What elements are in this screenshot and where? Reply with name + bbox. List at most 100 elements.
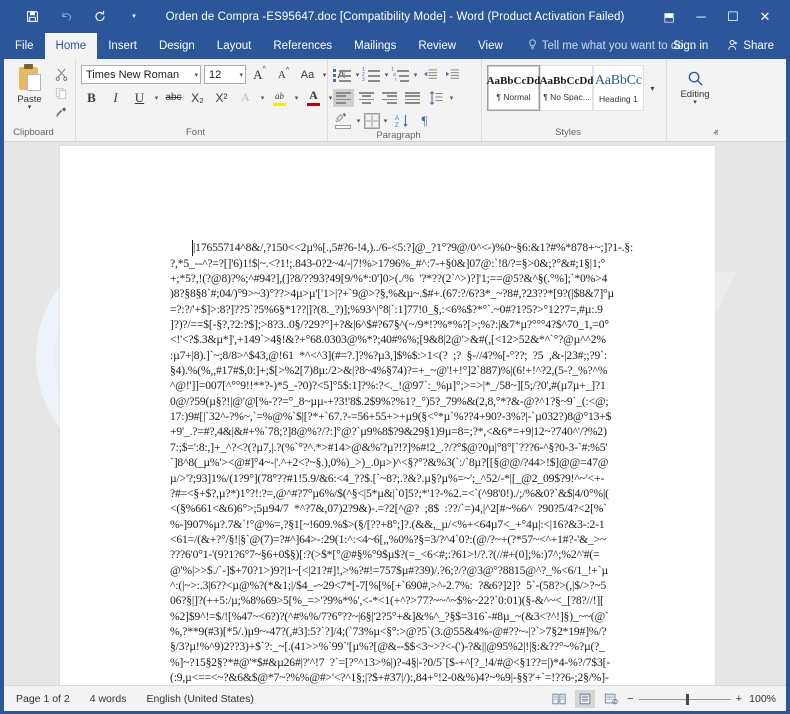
- subscript-button[interactable]: X₂: [187, 88, 208, 107]
- word-count-status[interactable]: 4 words: [90, 693, 127, 705]
- copy-icon[interactable]: [52, 85, 70, 101]
- zoom-in-button[interactable]: +: [736, 693, 742, 705]
- close-button[interactable]: ✕: [750, 3, 780, 31]
- increase-indent-icon[interactable]: [442, 65, 463, 84]
- borders-icon[interactable]: [364, 112, 380, 129]
- tab-home[interactable]: Home: [44, 33, 98, 59]
- document-area[interactable]: |17655714^8&/,?150<<2µ%[.,5#?6-!4,)../6-…: [4, 142, 786, 685]
- tab-insert[interactable]: Insert: [97, 33, 148, 59]
- language-status[interactable]: English (United States): [146, 693, 253, 705]
- sort-icon[interactable]: AZ: [391, 111, 412, 130]
- redo-icon[interactable]: [90, 7, 110, 27]
- text-effects-caret-icon[interactable]: ▾: [259, 94, 266, 102]
- clipboard-group-label: Clipboard: [13, 127, 54, 138]
- share-person-icon: [727, 39, 739, 54]
- sign-in-button[interactable]: Sign in: [663, 33, 718, 59]
- highlight-caret-icon[interactable]: ▾: [293, 94, 300, 102]
- ribbon-group-editing: Editing ▾ ⱏ: [667, 59, 723, 141]
- document-body-text[interactable]: |17655714^8&/,?150<<2µ%[.,5#?6-!4,)../6-…: [170, 225, 693, 685]
- ribbon-display-options-icon[interactable]: ⬒: [654, 3, 684, 31]
- show-formatting-marks-icon[interactable]: ¶: [414, 111, 435, 130]
- print-layout-icon[interactable]: [575, 690, 596, 708]
- strikethrough-button[interactable]: abc: [163, 88, 184, 107]
- bold-button[interactable]: B: [81, 88, 102, 107]
- zoom-thumb[interactable]: [685, 693, 689, 705]
- maximize-button[interactable]: ☐: [718, 3, 748, 31]
- style-normal[interactable]: AaBbCcDd ¶ Normal: [487, 65, 540, 111]
- shading-icon[interactable]: [333, 112, 353, 130]
- superscript-button[interactable]: X²: [211, 88, 232, 107]
- style-heading-1[interactable]: AaBbCс Heading 1: [593, 65, 644, 111]
- justify-icon[interactable]: [402, 89, 423, 107]
- font-group-label: Font: [185, 127, 205, 138]
- shading-caret-icon[interactable]: ▾: [355, 117, 362, 125]
- align-center-icon[interactable]: [356, 89, 377, 107]
- customize-qat-icon[interactable]: ▾: [124, 7, 144, 27]
- find-search-icon[interactable]: [684, 67, 706, 89]
- align-right-icon[interactable]: [379, 89, 400, 107]
- ribbon: Paste ▾ Clipboard Times New Roman ▾ 12 ▾…: [4, 59, 786, 142]
- web-layout-icon[interactable]: [601, 690, 621, 708]
- multilevel-caret-icon[interactable]: ▾: [412, 71, 419, 79]
- format-painter-icon[interactable]: [52, 104, 70, 120]
- line-spacing-icon[interactable]: [425, 88, 446, 107]
- zoom-level-label[interactable]: 100%: [748, 693, 776, 705]
- tab-mailings[interactable]: Mailings: [343, 33, 407, 59]
- styles-group-label: Styles: [555, 127, 581, 138]
- multilevel-list-icon[interactable]: 1 a i: [391, 66, 411, 83]
- shrink-font-icon[interactable]: A ^: [273, 65, 294, 84]
- collapse-ribbon-icon[interactable]: ⱏ: [714, 128, 718, 139]
- tab-references[interactable]: References: [262, 33, 343, 59]
- text-effects-icon[interactable]: A: [235, 88, 256, 107]
- decrease-indent-icon[interactable]: [420, 65, 441, 84]
- title-bar: ▾ Orden de Compra -ES95647.doc [Compatib…: [4, 0, 786, 33]
- change-case-icon[interactable]: Aa: [297, 65, 318, 84]
- bullets-caret-icon[interactable]: ▾: [354, 71, 361, 79]
- paste-button[interactable]: Paste ▾: [9, 64, 50, 111]
- borders-caret-icon[interactable]: ▾: [382, 117, 389, 125]
- tab-layout[interactable]: Layout: [206, 33, 263, 59]
- paste-icon: [16, 64, 44, 94]
- ribbon-tabs: File Home Insert Design Layout Reference…: [4, 33, 786, 59]
- paste-caret-icon[interactable]: ▾: [28, 104, 32, 111]
- read-mode-icon[interactable]: [549, 690, 569, 708]
- bullets-icon[interactable]: [333, 66, 353, 83]
- page-number-status[interactable]: Page 1 of 2: [16, 693, 70, 705]
- document-page[interactable]: |17655714^8&/,?150<<2µ%[.,5#?6-!4,)../6-…: [60, 146, 715, 685]
- chevron-down-icon[interactable]: ▾: [192, 71, 198, 79]
- underline-caret-icon[interactable]: ▾: [153, 94, 160, 102]
- save-icon[interactable]: [22, 7, 42, 27]
- styles-gallery-more-icon[interactable]: ▾: [644, 65, 661, 111]
- underline-button[interactable]: U: [129, 88, 150, 107]
- undo-icon[interactable]: [56, 7, 76, 27]
- change-case-caret-icon[interactable]: ▾: [321, 71, 328, 79]
- chevron-down-icon[interactable]: ▾: [237, 71, 243, 79]
- cut-icon[interactable]: [52, 66, 70, 82]
- quick-access-toolbar: ▾: [4, 7, 144, 27]
- font-size-combobox[interactable]: 12 ▾: [204, 65, 246, 84]
- zoom-track[interactable]: [638, 693, 731, 705]
- align-left-icon[interactable]: [333, 88, 354, 107]
- italic-button[interactable]: I: [105, 88, 126, 107]
- zoom-slider[interactable]: − +: [627, 693, 742, 705]
- font-name-combobox[interactable]: Times New Roman ▾: [81, 65, 201, 84]
- share-button[interactable]: Share: [718, 33, 786, 59]
- tab-view[interactable]: View: [467, 33, 514, 59]
- numbering-icon[interactable]: 1 2 3: [362, 66, 382, 83]
- text-highlight-color-icon[interactable]: ab: [269, 88, 290, 107]
- numbering-caret-icon[interactable]: ▾: [383, 71, 390, 79]
- ribbon-group-font: Times New Roman ▾ 12 ▾ A^ A^ Aa ▾ A \: [76, 59, 346, 141]
- style-name: Heading 1: [599, 93, 638, 104]
- minimize-button[interactable]: ─: [686, 3, 716, 31]
- editing-caret-icon[interactable]: ▾: [693, 99, 697, 106]
- tab-design[interactable]: Design: [148, 33, 206, 59]
- tab-review[interactable]: Review: [407, 33, 467, 59]
- tab-file[interactable]: File: [4, 33, 45, 59]
- word-window: ▾ Orden de Compra -ES95647.doc [Compatib…: [0, 0, 790, 714]
- style-no-spacing[interactable]: AaBbCcDd ¶ No Spac...: [540, 65, 593, 111]
- line-spacing-caret-icon[interactable]: ▾: [448, 94, 455, 102]
- font-color-icon[interactable]: A: [303, 88, 324, 107]
- zoom-out-button[interactable]: −: [627, 693, 633, 705]
- font-name-value: Times New Roman: [86, 68, 180, 81]
- grow-font-icon[interactable]: A ^: [249, 65, 270, 84]
